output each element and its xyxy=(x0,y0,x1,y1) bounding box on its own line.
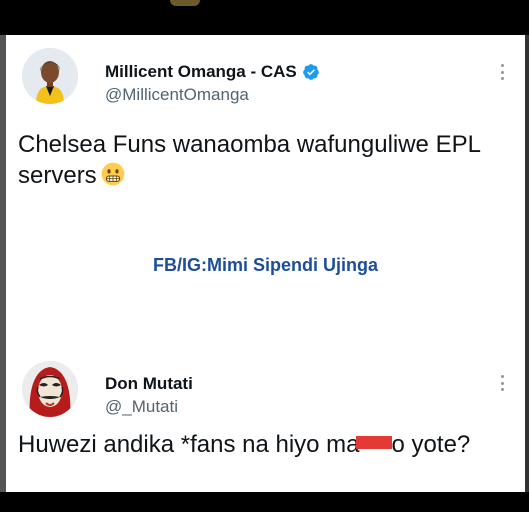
tweet2-name-row: Don Mutati xyxy=(105,374,193,394)
handle[interactable]: @MillicentOmanga xyxy=(105,85,249,105)
right-border xyxy=(525,35,529,492)
tweet-text-before: Huwezi andika *fans na hiyo ma xyxy=(18,431,360,458)
tweet-millicent: Millicent Omanga - CAS @MillicentOmanga … xyxy=(6,35,525,335)
tweet-don-mutati: Don Mutati @_Mutati Huwezi andika *fans … xyxy=(6,347,525,492)
handle[interactable]: @_Mutati xyxy=(105,397,178,417)
dali-mask-icon xyxy=(22,361,78,417)
more-options-icon[interactable] xyxy=(501,64,505,80)
more-options-icon[interactable] xyxy=(501,375,505,391)
avatar-don-mutati[interactable] xyxy=(22,361,78,417)
avatar-millicent[interactable] xyxy=(22,48,78,104)
grimacing-face-emoji-icon xyxy=(101,162,125,186)
verified-badge-icon xyxy=(302,64,319,80)
tweet-text: Chelsea Funs wanaomba wafunguliwe EPL se… xyxy=(18,129,518,191)
watermark-text: FB/IG:Mimi Sipendi Ujinga xyxy=(153,255,378,275)
tweet-text-body: Chelsea Funs wanaomba wafunguliwe EPL se… xyxy=(18,131,481,189)
display-name[interactable]: Don Mutati xyxy=(105,374,193,394)
tweet-text-after: o yote? xyxy=(391,431,471,458)
woman-portrait-icon xyxy=(22,48,78,104)
display-name[interactable]: Millicent Omanga - CAS xyxy=(105,62,297,82)
top-dark-bar xyxy=(0,0,529,35)
redaction-bar xyxy=(355,436,392,449)
screenshot-card: Millicent Omanga - CAS @MillicentOmanga … xyxy=(6,35,525,492)
tweet1-name-row: Millicent Omanga - CAS xyxy=(105,62,320,82)
previous-content-edge xyxy=(170,0,200,6)
tweet-text: Huwezi andika *fans na hiyo ma o yote? xyxy=(18,429,518,460)
bottom-dark-bar xyxy=(0,492,529,512)
